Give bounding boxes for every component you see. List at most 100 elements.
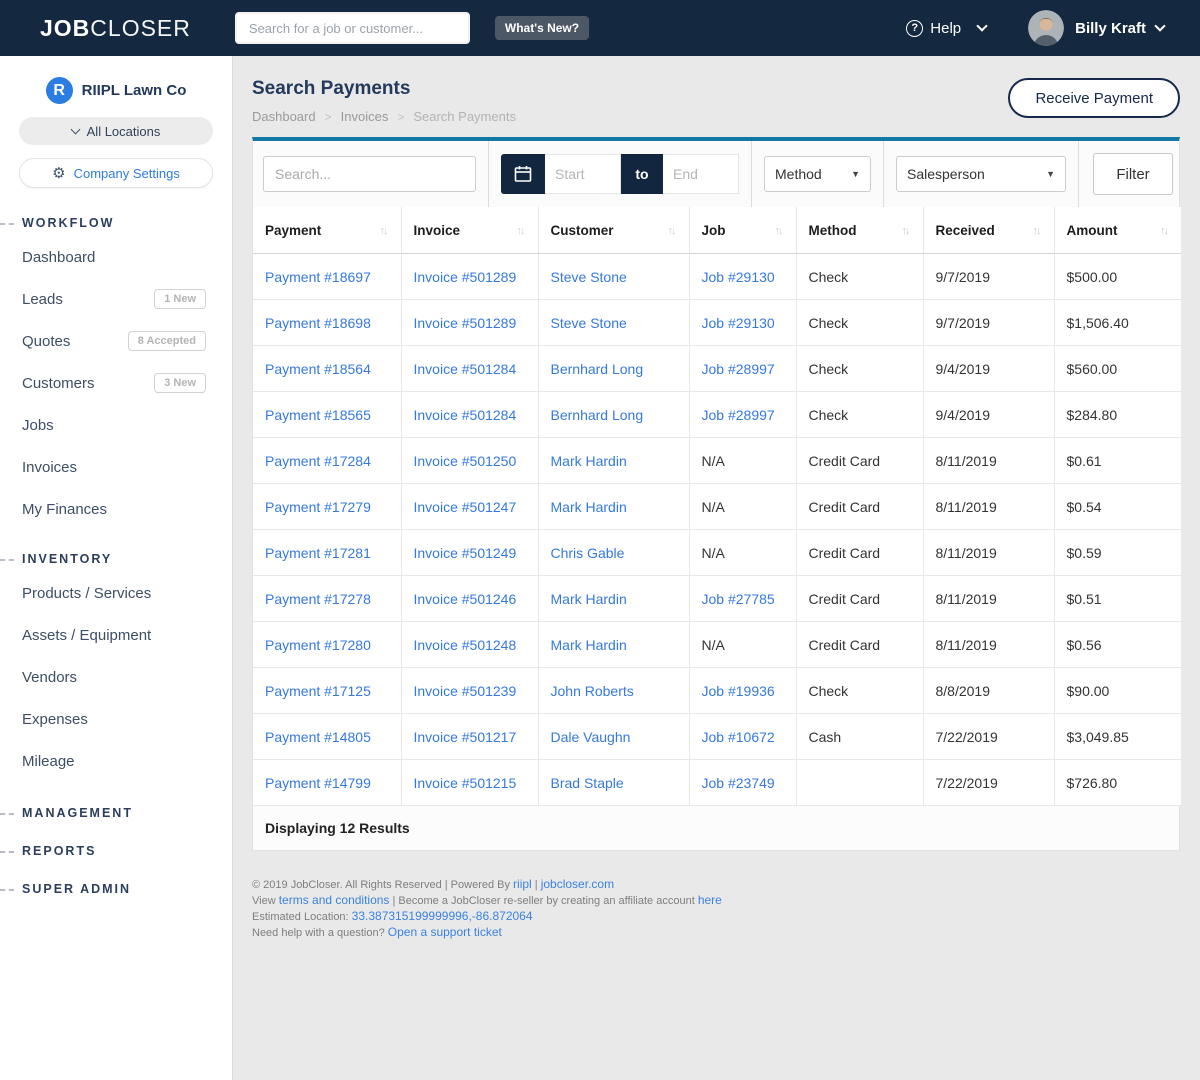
salesperson-select[interactable]: Salesperson ▼ — [896, 156, 1066, 192]
method-select[interactable]: Method ▼ — [764, 156, 871, 192]
start-date-input[interactable] — [545, 154, 621, 194]
invoice-link[interactable]: Invoice #501249 — [414, 545, 517, 561]
sort-icon[interactable]: ↑↓ — [380, 225, 389, 237]
sidebar-item-assets-equipment[interactable]: Assets / Equipment — [0, 614, 232, 656]
sidebar-item-jobs[interactable]: Jobs — [0, 404, 232, 446]
job-link[interactable]: Job #29130 — [702, 269, 775, 285]
whats-new-button[interactable]: What's New? — [495, 16, 589, 40]
sidebar-section-workflow: WORKFLOW Dashboard Leads1 New Quotes8 Ac… — [0, 216, 232, 530]
customer-link[interactable]: Dale Vaughn — [551, 729, 631, 745]
invoice-link[interactable]: Invoice #501289 — [414, 315, 517, 331]
sidebar-item-leads[interactable]: Leads1 New — [0, 278, 232, 320]
invoice-link[interactable]: Invoice #501239 — [414, 683, 517, 699]
payment-link[interactable]: Payment #17280 — [265, 637, 371, 653]
invoice-link[interactable]: Invoice #501248 — [414, 637, 517, 653]
customer-link[interactable]: Brad Staple — [551, 775, 624, 791]
customer-link[interactable]: Steve Stone — [551, 269, 627, 285]
sidebar-item-vendors[interactable]: Vendors — [0, 656, 232, 698]
payment-link[interactable]: Payment #18697 — [265, 269, 371, 285]
column-header-invoice[interactable]: Invoice↑↓ — [401, 207, 538, 254]
riipl-link[interactable]: riipl — [513, 877, 532, 891]
user-name[interactable]: Billy Kraft — [1075, 20, 1146, 37]
sort-icon[interactable]: ↑↓ — [517, 225, 526, 237]
help-menu[interactable]: ? Help — [906, 20, 986, 37]
column-header-method[interactable]: Method↑↓ — [796, 207, 923, 254]
customer-link[interactable]: Steve Stone — [551, 315, 627, 331]
section-header-super-admin[interactable]: SUPER ADMIN — [0, 882, 232, 896]
filter-button[interactable]: Filter — [1093, 153, 1173, 195]
support-ticket-link[interactable]: Open a support ticket — [388, 925, 502, 939]
payment-link[interactable]: Payment #18565 — [265, 407, 371, 423]
global-search-input[interactable] — [235, 12, 470, 44]
customer-link[interactable]: Mark Hardin — [551, 637, 627, 653]
section-header-reports[interactable]: REPORTS — [0, 844, 232, 858]
invoice-link[interactable]: Invoice #501215 — [414, 775, 517, 791]
cell-customer: John Roberts — [538, 668, 689, 714]
column-header-job[interactable]: Job↑↓ — [689, 207, 796, 254]
customer-link[interactable]: Mark Hardin — [551, 453, 627, 469]
customer-link[interactable]: Chris Gable — [551, 545, 625, 561]
job-link[interactable]: Job #28997 — [702, 407, 775, 423]
sidebar-item-my-finances[interactable]: My Finances — [0, 488, 232, 530]
invoice-link[interactable]: Invoice #501284 — [414, 361, 517, 377]
end-date-input[interactable] — [663, 154, 739, 194]
sort-icon[interactable]: ↑↓ — [902, 225, 911, 237]
sort-icon[interactable]: ↑↓ — [668, 225, 677, 237]
jobcloser-link[interactable]: jobcloser.com — [541, 877, 614, 891]
customer-link[interactable]: Mark Hardin — [551, 591, 627, 607]
sort-icon[interactable]: ↑↓ — [1160, 225, 1169, 237]
sidebar-item-invoices[interactable]: Invoices — [0, 446, 232, 488]
sidebar-item-expenses[interactable]: Expenses — [0, 698, 232, 740]
invoice-link[interactable]: Invoice #501284 — [414, 407, 517, 423]
calendar-icon[interactable] — [501, 154, 545, 194]
sidebar-item-quotes[interactable]: Quotes8 Accepted — [0, 320, 232, 362]
payment-link[interactable]: Payment #14799 — [265, 775, 371, 791]
job-link[interactable]: Job #19936 — [702, 683, 775, 699]
sidebar-item-dashboard[interactable]: Dashboard — [0, 236, 232, 278]
invoice-link[interactable]: Invoice #501247 — [414, 499, 517, 515]
column-header-payment[interactable]: Payment↑↓ — [253, 207, 401, 254]
job-link[interactable]: Job #10672 — [702, 729, 775, 745]
sidebar-item-customers[interactable]: Customers3 New — [0, 362, 232, 404]
column-header-received[interactable]: Received↑↓ — [923, 207, 1054, 254]
column-header-customer[interactable]: Customer↑↓ — [538, 207, 689, 254]
payment-link[interactable]: Payment #17284 — [265, 453, 371, 469]
payment-link[interactable]: Payment #18698 — [265, 315, 371, 331]
job-link[interactable]: Job #23749 — [702, 775, 775, 791]
company-settings-button[interactable]: ⚙ Company Settings — [19, 158, 213, 188]
customer-link[interactable]: Bernhard Long — [551, 407, 644, 423]
payment-link[interactable]: Payment #14805 — [265, 729, 371, 745]
location-link[interactable]: 33.387315199999996,-86.872064 — [352, 909, 533, 923]
section-header-workflow[interactable]: WORKFLOW — [0, 216, 232, 230]
sidebar-item-products-services[interactable]: Products / Services — [0, 572, 232, 614]
payment-link[interactable]: Payment #17278 — [265, 591, 371, 607]
locations-dropdown[interactable]: All Locations — [19, 117, 213, 145]
payment-link[interactable]: Payment #17279 — [265, 499, 371, 515]
sidebar-item-mileage[interactable]: Mileage — [0, 740, 232, 782]
job-link[interactable]: Job #27785 — [702, 591, 775, 607]
table-search-input[interactable] — [263, 156, 476, 192]
invoice-link[interactable]: Invoice #501217 — [414, 729, 517, 745]
receive-payment-button[interactable]: Receive Payment — [1008, 78, 1180, 118]
customer-link[interactable]: John Roberts — [551, 683, 634, 699]
payment-link[interactable]: Payment #17281 — [265, 545, 371, 561]
section-header-management[interactable]: MANAGEMENT — [0, 806, 232, 820]
payment-link[interactable]: Payment #17125 — [265, 683, 371, 699]
column-header-amount[interactable]: Amount↑↓ — [1054, 207, 1181, 254]
invoice-link[interactable]: Invoice #501246 — [414, 591, 517, 607]
affiliate-link[interactable]: here — [698, 893, 722, 907]
payment-link[interactable]: Payment #18564 — [265, 361, 371, 377]
breadcrumb-dashboard[interactable]: Dashboard — [252, 109, 316, 124]
sort-icon[interactable]: ↑↓ — [1033, 225, 1042, 237]
invoice-link[interactable]: Invoice #501289 — [414, 269, 517, 285]
terms-link[interactable]: terms and conditions — [279, 893, 390, 907]
job-link[interactable]: Job #28997 — [702, 361, 775, 377]
section-header-inventory[interactable]: INVENTORY — [0, 552, 232, 566]
invoice-link[interactable]: Invoice #501250 — [414, 453, 517, 469]
customer-link[interactable]: Bernhard Long — [551, 361, 644, 377]
customer-link[interactable]: Mark Hardin — [551, 499, 627, 515]
user-avatar[interactable] — [1028, 10, 1064, 46]
job-link[interactable]: Job #29130 — [702, 315, 775, 331]
breadcrumb-invoices[interactable]: Invoices — [341, 109, 389, 124]
sort-icon[interactable]: ↑↓ — [775, 225, 784, 237]
